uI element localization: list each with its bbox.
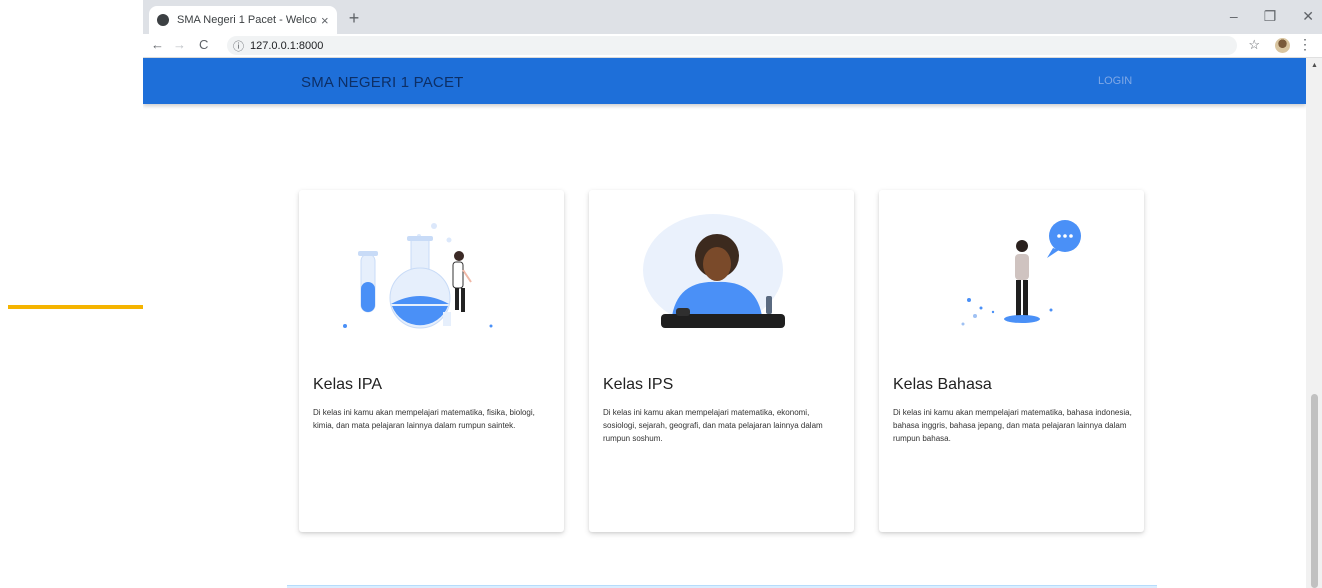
restore-icon[interactable]: ❐: [1264, 8, 1277, 25]
bookmark-star-icon[interactable]: ☆: [1248, 37, 1260, 53]
card-description: Di kelas ini kamu akan mempelajari matem…: [603, 408, 823, 443]
close-window-icon[interactable]: ✕: [1302, 8, 1314, 25]
new-tab-button[interactable]: +: [343, 9, 365, 29]
browser-toolbar: ← → C ⓘ 127.0.0.1:8000 ☆ ⋮: [143, 34, 1322, 58]
tab-bar: SMA Negeri 1 Pacet - Welcome × + – ❐ ✕: [143, 0, 1322, 34]
minimize-icon[interactable]: –: [1230, 8, 1238, 25]
card-title: Kelas IPS: [603, 376, 674, 393]
browser-menu-icon[interactable]: ⋮: [1298, 36, 1312, 53]
card-title: Kelas IPA: [313, 376, 383, 393]
card-kelas-ips[interactable]: Kelas IPS Di kelas ini kamu akan mempela…: [589, 190, 854, 532]
forward-icon[interactable]: →: [173, 37, 186, 52]
scroll-thumb[interactable]: [1311, 394, 1318, 588]
tab-close-icon[interactable]: ×: [321, 13, 329, 28]
browser-tab[interactable]: SMA Negeri 1 Pacet - Welcome ×: [149, 6, 337, 34]
browser-window: SMA Negeri 1 Pacet - Welcome × + – ❐ ✕ ←…: [143, 0, 1322, 588]
reload-icon[interactable]: C: [199, 37, 208, 52]
site-brand[interactable]: SMA NEGERI 1 PACET: [301, 74, 464, 91]
profile-avatar-icon[interactable]: [1275, 38, 1290, 53]
card-description: Di kelas ini kamu akan mempelajari matem…: [313, 408, 535, 430]
window-controls: – ❐ ✕: [1230, 8, 1314, 25]
login-link[interactable]: LOGIN: [1098, 75, 1132, 87]
page-viewport: SMA NEGERI 1 PACET LOGIN Kelas IPA Di ke…: [143, 58, 1322, 588]
back-icon[interactable]: ←: [151, 37, 164, 52]
card-kelas-bahasa[interactable]: Kelas Bahasa Di kelas ini kamu akan memp…: [879, 190, 1144, 532]
address-bar[interactable]: ⓘ 127.0.0.1:8000: [227, 36, 1237, 55]
url-text[interactable]: 127.0.0.1:8000: [250, 40, 323, 52]
social-studies-illustration-icon: [643, 214, 785, 328]
language-illustration-icon: [961, 220, 1081, 326]
page-scrollbar[interactable]: ▲: [1306, 58, 1322, 588]
info-icon[interactable]: ⓘ: [233, 38, 244, 54]
card-kelas-ipa[interactable]: Kelas IPA Di kelas ini kamu akan mempela…: [299, 190, 564, 532]
science-lab-illustration-icon: [343, 223, 493, 329]
tab-title: SMA Negeri 1 Pacet - Welcome: [177, 14, 317, 26]
favicon-icon: [157, 14, 169, 26]
card-title: Kelas Bahasa: [893, 376, 992, 393]
card-description: Di kelas ini kamu akan mempelajari matem…: [893, 408, 1132, 443]
scroll-up-icon[interactable]: ▲: [1311, 62, 1318, 69]
site-navbar: SMA NEGERI 1 PACET LOGIN: [143, 58, 1306, 104]
